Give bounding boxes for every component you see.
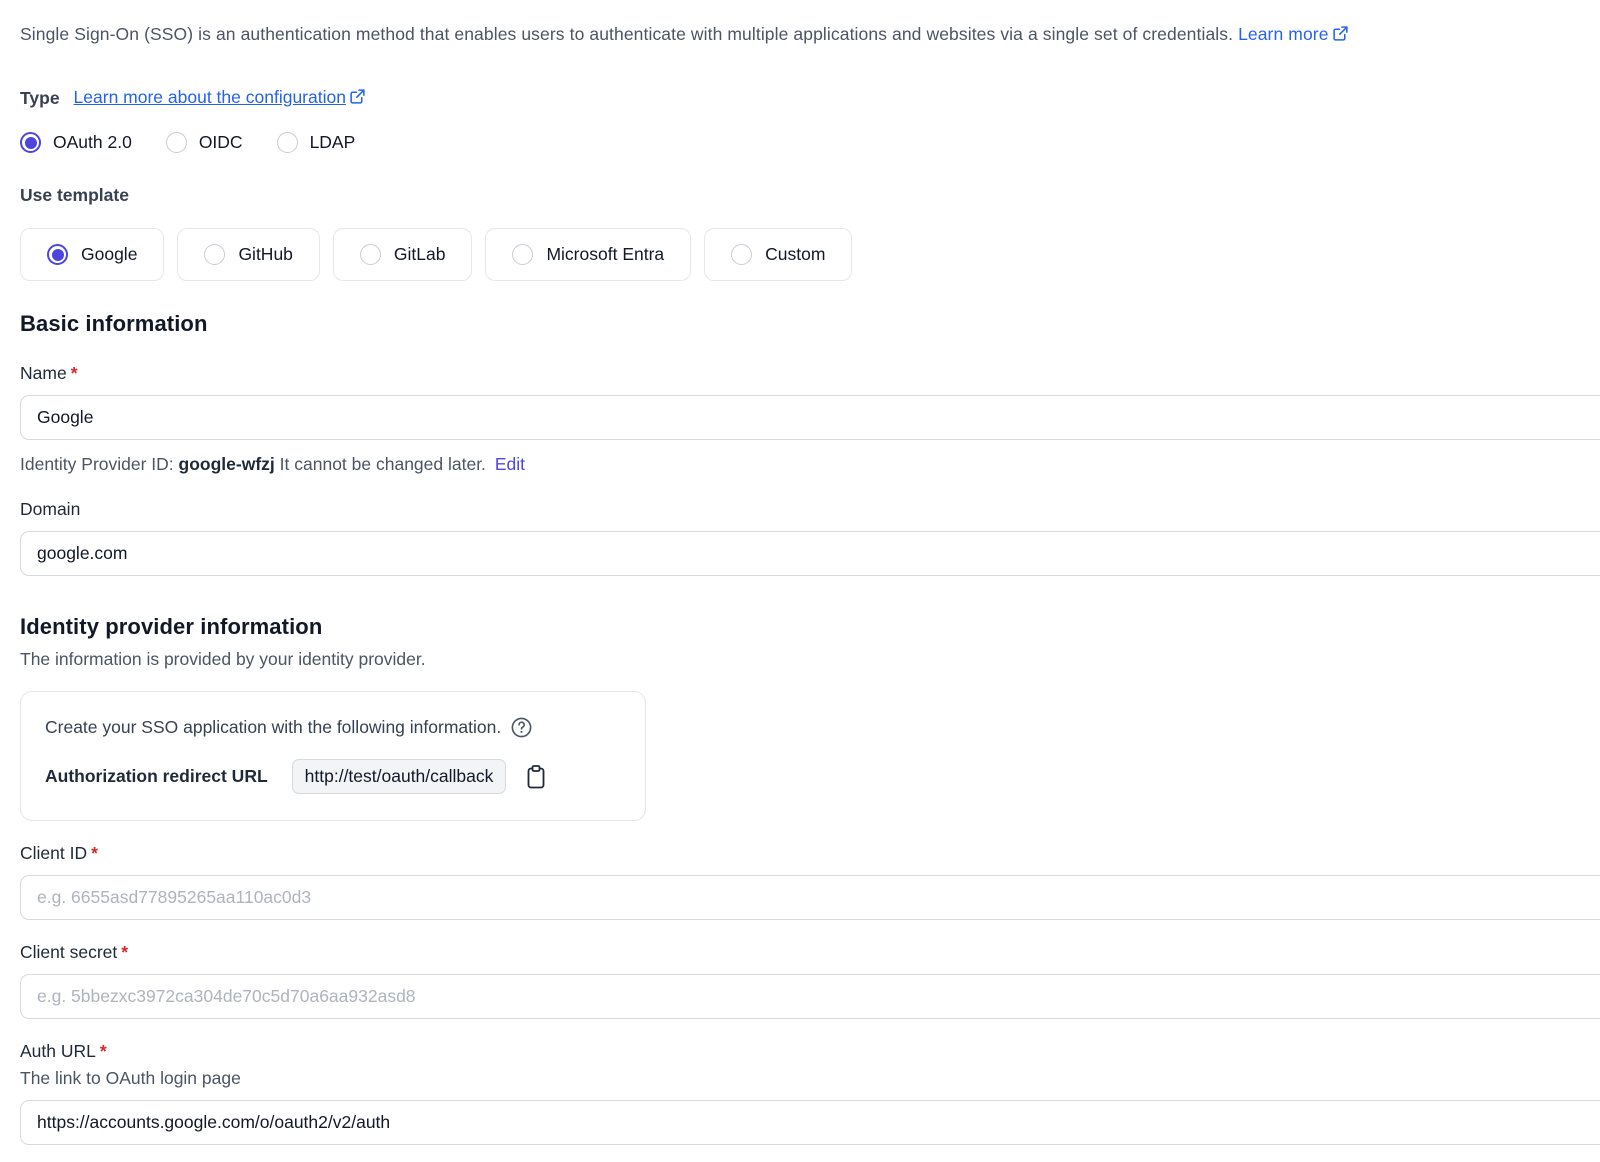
radio-selected-icon [20, 132, 41, 153]
template-card-google[interactable]: Google [20, 228, 164, 281]
sso-application-info-box: Create your SSO application with the fol… [20, 691, 646, 821]
type-option-ldap[interactable]: LDAP [277, 132, 356, 153]
authorization-redirect-value: http://test/oauth/callback [292, 759, 507, 794]
required-asterisk: * [91, 843, 98, 863]
auth-url-label: Auth URL* [20, 1041, 1600, 1062]
idp-information-heading: Identity provider information [20, 614, 1600, 640]
template-card-custom[interactable]: Custom [704, 228, 852, 281]
authorization-redirect-label: Authorization redirect URL [45, 766, 268, 787]
template-card-gitlab[interactable]: GitLab [333, 228, 473, 281]
template-card-group: Google GitHub GitLab Microsoft Entra Cus… [20, 228, 1600, 281]
use-template-label: Use template [20, 185, 1600, 206]
radio-unselected-icon [166, 132, 187, 153]
radio-unselected-icon [204, 244, 225, 265]
auth-url-description: The link to OAuth login page [20, 1068, 1600, 1089]
sso-description-text: Single Sign-On (SSO) is an authenticatio… [20, 24, 1233, 44]
domain-label: Domain [20, 499, 1600, 520]
type-radio-group: OAuth 2.0 OIDC LDAP [20, 132, 1600, 153]
template-card-github[interactable]: GitHub [177, 228, 319, 281]
identity-provider-id-value: google-wfzj [179, 454, 275, 474]
domain-input[interactable] [20, 531, 1600, 576]
type-learn-more-link[interactable]: Learn more about the configuration [74, 87, 366, 110]
type-option-oauth2[interactable]: OAuth 2.0 [20, 132, 132, 153]
authorization-redirect-row: Authorization redirect URL http://test/o… [45, 759, 621, 794]
sso-settings-page: Single Sign-On (SSO) is an authenticatio… [0, 0, 1600, 1145]
required-asterisk: * [121, 942, 128, 962]
radio-unselected-icon [277, 132, 298, 153]
radio-unselected-icon [731, 244, 752, 265]
type-section-header: Type Learn more about the configuration [20, 87, 1600, 110]
external-link-icon [349, 88, 366, 110]
required-asterisk: * [100, 1041, 107, 1061]
clipboard-icon [524, 764, 548, 790]
client-secret-input[interactable] [20, 974, 1600, 1019]
name-input[interactable] [20, 395, 1600, 440]
auth-url-input[interactable] [20, 1100, 1600, 1145]
idp-information-subtitle: The information is provided by your iden… [20, 649, 1600, 670]
radio-unselected-icon [512, 244, 533, 265]
external-link-icon [1332, 25, 1349, 47]
name-label: Name* [20, 363, 1600, 384]
type-label: Type [20, 88, 60, 109]
client-id-label: Client ID* [20, 843, 1600, 864]
basic-information-heading: Basic information [20, 311, 1600, 337]
template-card-microsoft-entra[interactable]: Microsoft Entra [485, 228, 691, 281]
required-asterisk: * [71, 363, 78, 383]
identity-provider-id-note: Identity Provider ID: google-wfzj It can… [20, 454, 1600, 475]
sso-description: Single Sign-On (SSO) is an authenticatio… [20, 24, 1600, 47]
learn-more-link[interactable]: Learn more [1238, 24, 1349, 44]
radio-unselected-icon [360, 244, 381, 265]
type-option-oidc[interactable]: OIDC [166, 132, 243, 153]
edit-link[interactable]: Edit [495, 454, 525, 474]
client-secret-label: Client secret* [20, 942, 1600, 963]
sso-application-instruction: Create your SSO application with the fol… [45, 716, 621, 739]
client-id-input[interactable] [20, 875, 1600, 920]
help-icon[interactable] [510, 716, 533, 739]
copy-button[interactable] [522, 762, 550, 792]
radio-selected-icon [47, 244, 68, 265]
